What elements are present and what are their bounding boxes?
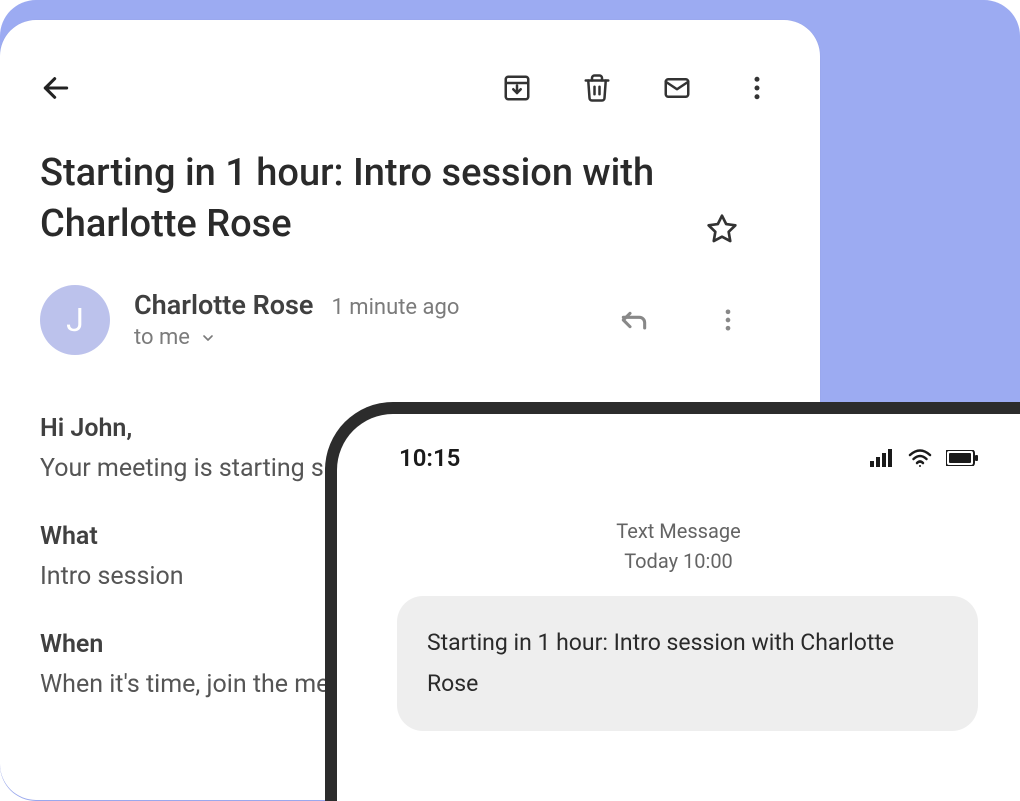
message-more-icon[interactable] bbox=[714, 306, 742, 334]
avatar[interactable]: J bbox=[40, 285, 110, 355]
sender-row: J Charlotte Rose 1 minute ago to me bbox=[40, 285, 772, 355]
signal-icon bbox=[870, 449, 894, 467]
sms-type-label: Text Message bbox=[337, 516, 1020, 546]
phone-clock: 10:15 bbox=[399, 444, 460, 472]
recipient-label: to me bbox=[134, 325, 190, 350]
email-subject: Starting in 1 hour: Intro session with C… bbox=[40, 148, 686, 251]
back-icon[interactable] bbox=[40, 72, 72, 104]
sms-header: Text Message Today 10:00 bbox=[337, 516, 1020, 576]
recipient-dropdown[interactable]: to me bbox=[134, 325, 594, 350]
sender-name: Charlotte Rose bbox=[134, 289, 313, 321]
trash-icon[interactable] bbox=[582, 73, 612, 103]
star-icon[interactable] bbox=[706, 213, 738, 245]
canvas-background: Starting in 1 hour: Intro session with C… bbox=[0, 0, 1020, 801]
battery-icon bbox=[946, 450, 978, 466]
phone-status-bar: 10:15 bbox=[337, 414, 1020, 472]
email-toolbar bbox=[40, 58, 772, 118]
more-icon[interactable] bbox=[742, 73, 772, 103]
sms-time-label: Today 10:00 bbox=[337, 546, 1020, 576]
phone-frame: 10:15 bbox=[325, 402, 1020, 801]
wifi-icon bbox=[908, 449, 932, 467]
sender-time: 1 minute ago bbox=[331, 295, 459, 320]
chevron-down-icon bbox=[200, 330, 216, 346]
sms-bubble[interactable]: Starting in 1 hour: Intro session with C… bbox=[397, 596, 978, 731]
archive-icon[interactable] bbox=[502, 73, 532, 103]
reply-icon[interactable] bbox=[618, 304, 650, 336]
mail-icon[interactable] bbox=[662, 73, 692, 103]
